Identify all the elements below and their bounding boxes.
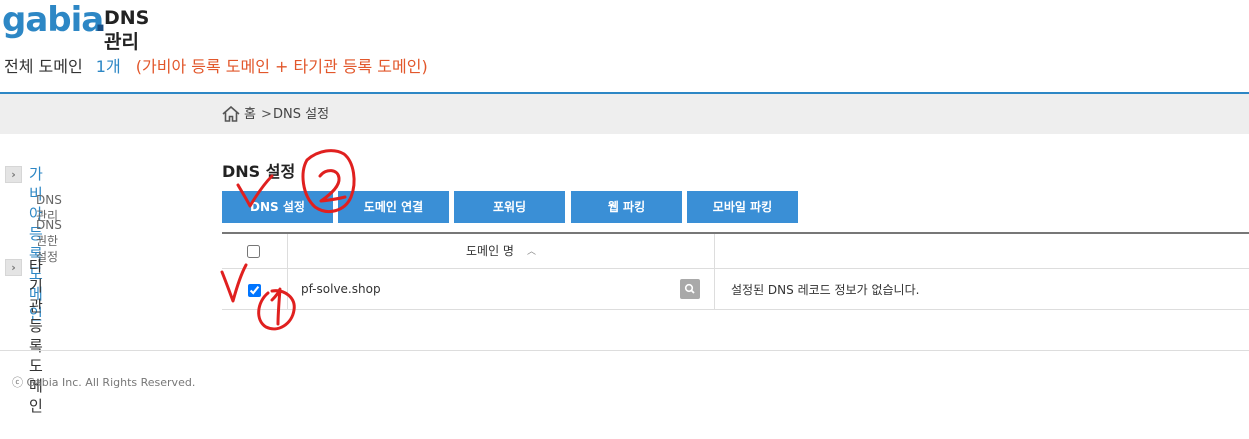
footer-copyright: ⓒ Gabia Inc. All Rights Reserved. <box>12 376 196 389</box>
summary-note: (가비아 등록 도메인 + 타기관 등록 도메인) <box>135 57 428 76</box>
column-divider <box>287 269 288 310</box>
summary-label: 전체 도메인 <box>4 57 83 76</box>
page-title: DNS 관리 <box>104 7 150 53</box>
section-title: DNS 설정 <box>222 162 296 181</box>
domain-summary: 전체 도메인 1개 (가비아 등록 도메인 + 타기관 등록 도메인) <box>4 56 428 78</box>
select-all-checkbox[interactable] <box>247 245 260 258</box>
summary-count: 1개 <box>95 57 121 76</box>
chevron-right-icon[interactable]: › <box>5 166 22 183</box>
tab-forwarding[interactable]: 포워딩 <box>454 191 565 223</box>
tab-dns-settings[interactable]: DNS 설정 <box>222 191 333 223</box>
column-divider <box>287 234 288 269</box>
home-icon[interactable] <box>222 106 240 122</box>
row-checkbox[interactable] <box>248 284 261 297</box>
tab-web-parking[interactable]: 웹 파킹 <box>571 191 682 223</box>
footer-divider <box>0 350 1249 351</box>
breadcrumb-home[interactable]: 홈 <box>244 106 256 123</box>
domain-name: pf-solve.shop <box>301 282 381 296</box>
sidebar-item-other-domains[interactable]: 타기관 등록 도메인 <box>29 256 43 416</box>
column-header-domain[interactable]: 도메인 명 <box>466 243 514 259</box>
tab-mobile-parking[interactable]: 모바일 파킹 <box>687 191 798 223</box>
breadcrumb-separator: > <box>261 107 272 122</box>
column-divider <box>714 234 715 310</box>
gabia-logo[interactable]: gabia <box>2 0 104 40</box>
search-button[interactable] <box>680 279 700 299</box>
table-header-row <box>222 234 1249 269</box>
chevron-right-icon[interactable]: › <box>5 259 22 276</box>
tab-domain-connect[interactable]: 도메인 연결 <box>338 191 449 223</box>
breadcrumb-current: DNS 설정 <box>273 107 330 122</box>
breadcrumb <box>0 94 1249 134</box>
sort-asc-icon[interactable]: ︿ <box>527 245 536 259</box>
search-icon <box>684 283 695 294</box>
dns-record-status: 설정된 DNS 레코드 정보가 없습니다. <box>731 283 920 297</box>
